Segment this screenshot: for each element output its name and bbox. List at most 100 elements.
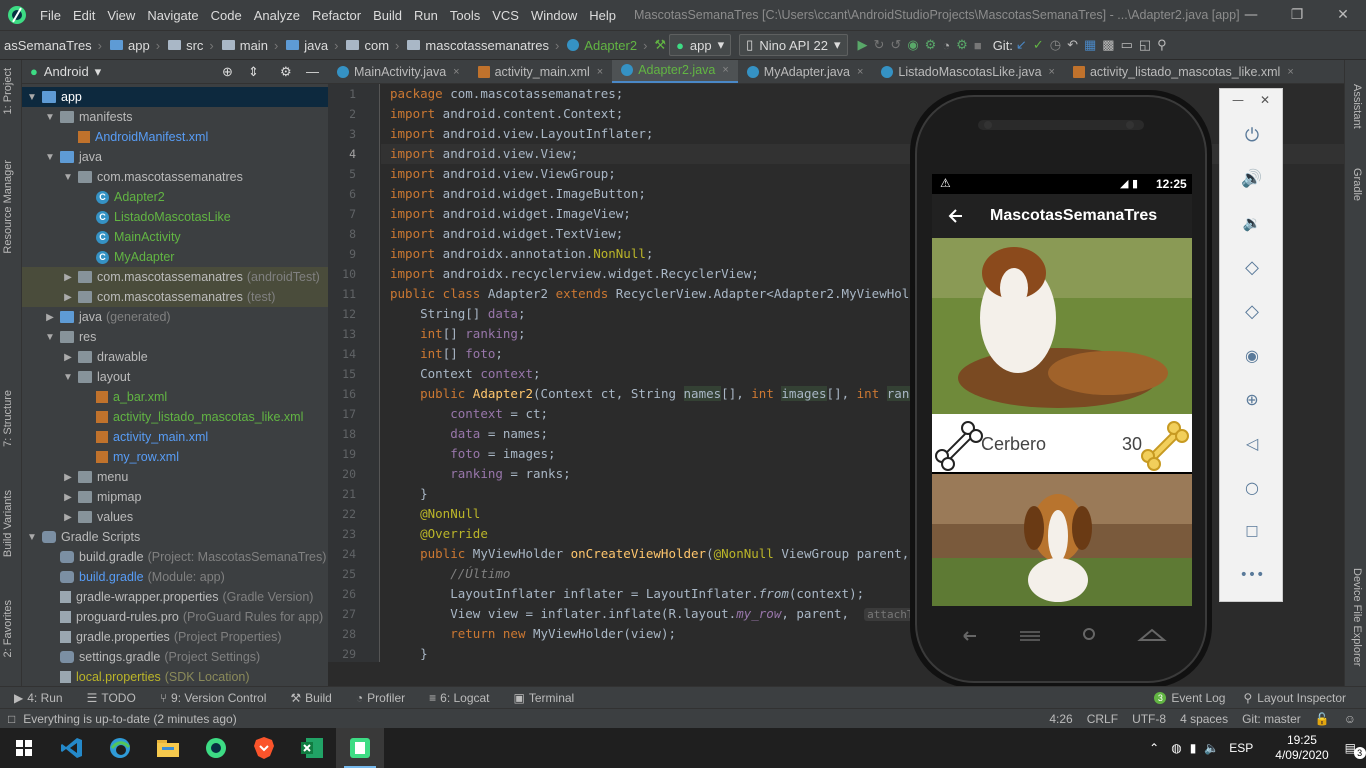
emulator-home-hw-button[interactable] bbox=[1136, 622, 1166, 646]
menu-view[interactable]: View bbox=[101, 8, 141, 23]
tree-node[interactable]: gradle-wrapper.properties (Gradle Version… bbox=[22, 587, 328, 607]
tree-node[interactable]: ▼ res bbox=[22, 327, 328, 347]
editor-tab[interactable]: activity_main.xml × bbox=[469, 60, 613, 83]
status-square-icon[interactable]: □ bbox=[8, 712, 15, 726]
coverage-icon[interactable]: ⚙ bbox=[956, 34, 968, 56]
project-tool-tab[interactable]: 1: Project bbox=[2, 68, 14, 114]
tree-node[interactable]: ▶ mipmap bbox=[22, 487, 328, 507]
tree-node[interactable]: ▼ com.mascotassemanatres bbox=[22, 167, 328, 187]
restore-icon[interactable]: ❐ bbox=[1274, 0, 1320, 30]
layout-inspector-tab[interactable]: ⚲ Layout Inspector bbox=[1243, 691, 1346, 705]
battery-icon[interactable]: ▮ bbox=[1190, 741, 1197, 755]
profile-icon[interactable]: ◔ bbox=[942, 34, 950, 56]
tree-node[interactable]: gradle.properties (Project Properties) bbox=[22, 627, 328, 647]
bottom-tab[interactable]: ⚒ Build bbox=[276, 691, 341, 705]
project-view-select[interactable]: Android bbox=[44, 64, 89, 79]
windows-start-icon[interactable] bbox=[0, 728, 48, 768]
collapsed-arrow-icon[interactable]: ▶ bbox=[62, 472, 74, 483]
emulator-minimize-icon[interactable]: — bbox=[1232, 93, 1244, 107]
minimize-icon[interactable]: — bbox=[1228, 0, 1274, 30]
tree-node[interactable]: activity_main.xml bbox=[22, 427, 328, 447]
tree-node[interactable]: ▼ app bbox=[22, 87, 328, 107]
run-config-select[interactable]: ● app ▾ bbox=[669, 34, 732, 56]
breadcrumb-item[interactable]: main › bbox=[218, 38, 283, 53]
excel-icon[interactable] bbox=[288, 728, 336, 768]
menu-help[interactable]: Help bbox=[583, 8, 622, 23]
hide-panel-icon[interactable]: — bbox=[306, 64, 319, 79]
tree-node[interactable]: C ListadoMascotasLike bbox=[22, 207, 328, 227]
tree-node[interactable]: a_bar.xml bbox=[22, 387, 328, 407]
debug-icon[interactable]: ◉ bbox=[907, 34, 918, 56]
brave-icon[interactable] bbox=[240, 728, 288, 768]
search-icon[interactable]: ⚲ bbox=[1157, 34, 1167, 56]
caret-position[interactable]: 4:26 bbox=[1049, 712, 1072, 726]
breadcrumb-item[interactable]: com › bbox=[342, 38, 403, 53]
locate-icon[interactable]: ⊕ bbox=[222, 64, 233, 80]
git-update-icon[interactable]: ↙ bbox=[1016, 34, 1027, 56]
tree-node[interactable]: ▶ com.mascotassemanatres (androidTest) bbox=[22, 267, 328, 287]
tree-node[interactable]: ▼ java bbox=[22, 147, 328, 167]
menu-build[interactable]: Build bbox=[367, 8, 408, 23]
speaker-icon[interactable]: 🔈 bbox=[1204, 741, 1219, 755]
tree-node[interactable]: my_row.xml bbox=[22, 447, 328, 467]
git-rollback-icon[interactable]: ↶ bbox=[1067, 34, 1078, 56]
tab-close-icon[interactable]: × bbox=[857, 66, 863, 78]
tree-node[interactable]: ▶ drawable bbox=[22, 347, 328, 367]
collapsed-arrow-icon[interactable]: ▶ bbox=[44, 312, 56, 323]
collapsed-arrow-icon[interactable]: ▶ bbox=[62, 292, 74, 303]
chevron-up-icon[interactable]: ⌃ bbox=[1149, 741, 1159, 755]
breadcrumb-item[interactable]: asSemanaTres › bbox=[0, 38, 106, 53]
expanded-arrow-icon[interactable]: ▼ bbox=[44, 112, 56, 123]
indent-setting[interactable]: 4 spaces bbox=[1180, 712, 1228, 726]
attach-debugger-icon[interactable]: ⚙ bbox=[925, 34, 937, 56]
tree-node[interactable]: C MyAdapter bbox=[22, 247, 328, 267]
expanded-arrow-icon[interactable]: ▼ bbox=[44, 152, 56, 163]
home-icon[interactable]: ○ bbox=[1238, 473, 1266, 501]
resource-manager-tool-tab[interactable]: Resource Manager bbox=[2, 160, 14, 254]
tree-node[interactable]: ▼ layout bbox=[22, 367, 328, 387]
bottom-tab[interactable]: ▣ Terminal bbox=[500, 691, 585, 705]
file-explorer-icon[interactable] bbox=[144, 728, 192, 768]
emulator-back-button[interactable] bbox=[960, 622, 990, 646]
menu-analyze[interactable]: Analyze bbox=[248, 8, 306, 23]
chevron-down-icon[interactable]: ▾ bbox=[95, 64, 102, 80]
editor-tab[interactable]: Adapter2.java × bbox=[612, 60, 738, 83]
collapsed-arrow-icon[interactable]: ▶ bbox=[62, 512, 74, 523]
tab-close-icon[interactable]: × bbox=[597, 66, 603, 78]
power-icon[interactable]: ⏻ bbox=[1238, 121, 1266, 149]
sdk-manager-icon[interactable]: ▩ bbox=[1102, 34, 1114, 56]
bottom-tab[interactable]: ▶ 4: Run bbox=[0, 691, 73, 705]
hammer-icon[interactable]: ⚒ bbox=[654, 34, 666, 56]
vscode-icon[interactable] bbox=[48, 728, 96, 768]
language-indicator[interactable]: ESP bbox=[1229, 741, 1253, 755]
android-studio-taskbar-icon[interactable] bbox=[192, 728, 240, 768]
network-icon[interactable]: ◍ bbox=[1171, 741, 1181, 755]
menu-edit[interactable]: Edit bbox=[67, 8, 101, 23]
camera-icon[interactable]: ◉ bbox=[1238, 341, 1266, 369]
expanded-arrow-icon[interactable]: ▼ bbox=[44, 332, 56, 343]
editor-tab[interactable]: MyAdapter.java × bbox=[738, 60, 873, 83]
menu-file[interactable]: File bbox=[34, 8, 67, 23]
emulator-taskbar-icon[interactable] bbox=[336, 728, 384, 768]
breadcrumb-item[interactable]: Adapter2 › bbox=[563, 38, 651, 53]
clock[interactable]: 19:25 4/09/2020 bbox=[1275, 733, 1328, 763]
back-icon[interactable]: ◁ bbox=[1238, 429, 1266, 457]
emulator-search-button[interactable] bbox=[1074, 622, 1104, 646]
expanded-arrow-icon[interactable]: ▼ bbox=[62, 172, 74, 183]
tree-node[interactable]: C Adapter2 bbox=[22, 187, 328, 207]
zoom-icon[interactable]: ⊕ bbox=[1238, 385, 1266, 413]
event-log-tab[interactable]: 3 Event Log bbox=[1154, 691, 1225, 705]
tree-node[interactable]: AndroidManifest.xml bbox=[22, 127, 328, 147]
sync-icon[interactable]: ◱ bbox=[1139, 34, 1151, 56]
git-branch[interactable]: Git: master bbox=[1242, 712, 1301, 726]
favorites-tool-tab[interactable]: 2: Favorites bbox=[2, 600, 14, 657]
rerun-icon[interactable]: ↻ bbox=[874, 34, 885, 56]
breadcrumb-item[interactable]: mascotassemanatres › bbox=[403, 38, 563, 53]
bottom-tab[interactable]: ⑂ 9: Version Control bbox=[146, 691, 277, 705]
breadcrumb-item[interactable]: java › bbox=[282, 38, 342, 53]
tree-node[interactable]: proguard-rules.pro (ProGuard Rules for ap… bbox=[22, 607, 328, 627]
file-encoding[interactable]: UTF-8 bbox=[1132, 712, 1166, 726]
lock-icon[interactable]: 🔓 bbox=[1315, 712, 1330, 726]
avd-manager-icon[interactable]: ▭ bbox=[1121, 34, 1133, 56]
tab-close-icon[interactable]: × bbox=[722, 64, 728, 76]
